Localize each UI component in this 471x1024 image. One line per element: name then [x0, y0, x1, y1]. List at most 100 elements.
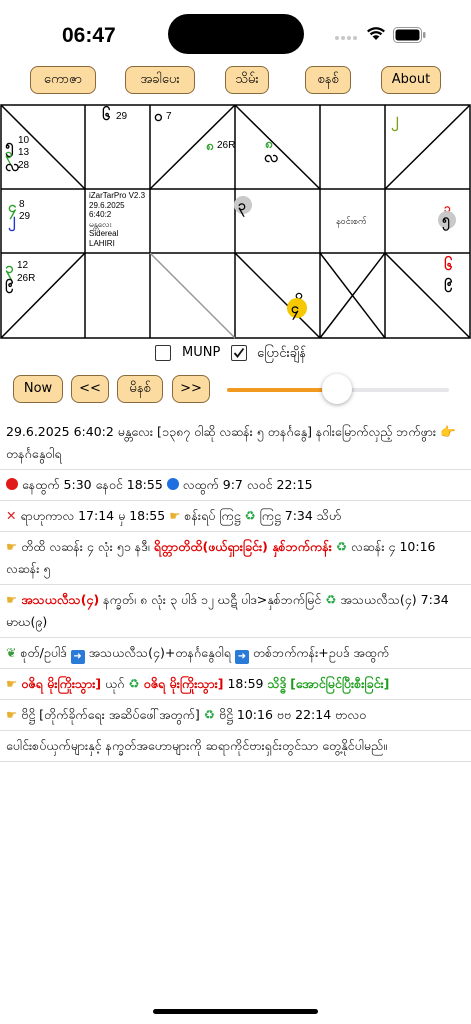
list-item: ❦ စုတ်/ဥပါဒ် ➜ အသယလီသ(၄)+တနင်္ဂနွေဝါရ ➜ …	[0, 638, 471, 669]
chart-zodiac-text: Sidereal	[89, 229, 119, 238]
checkmark-icon	[233, 347, 245, 358]
nakshatra-text: နက္ခတ်၊ ၈ လုံး ၃ ပါဒ် ၁၂ ဃဋီ ပါဒ>နှစ်ဘက်…	[103, 592, 322, 607]
right-arrow-icon: ➜	[234, 650, 249, 664]
planet-label: ၃	[238, 197, 246, 213]
yoga-result-text: တစ်ဘက်ကန်း+ဥပဒ် အထွက်	[252, 645, 390, 660]
chart-time-text: 6:40:2	[89, 210, 112, 219]
list-item: 29.6.2025 6:40:2 မန္တလေး [၁၃၈၇ ဝါဆို လဆန…	[0, 417, 471, 470]
next-yoga-text: သိဒ္ဓိ	[267, 676, 287, 691]
pointing-hand-icon: ☛	[6, 592, 18, 607]
degree-label: 13	[18, 147, 30, 158]
recycle-icon: ♻	[325, 592, 337, 607]
degree-label: 29	[116, 111, 128, 122]
planet-label: ၂	[391, 111, 399, 128]
system-button[interactable]: စနစ်	[305, 66, 351, 94]
home-indicator[interactable]	[153, 1009, 318, 1014]
nakshatra-name-text: အသယလီသ(၄)	[21, 592, 100, 607]
planet-label: ၀	[154, 108, 163, 125]
transit-label: ပြောင်းချိန်	[257, 346, 306, 361]
right-arrow-icon: ➜	[70, 650, 85, 664]
pointing-hand-icon: ☛	[6, 539, 18, 554]
degree-label: 12	[17, 260, 29, 271]
now-button[interactable]: Now	[13, 375, 63, 403]
yoga-name-text: ဝဇိရ မိုးကြိုးသွား]	[21, 676, 102, 691]
cellular-signal-icon	[335, 36, 359, 40]
akhapay-button[interactable]: အခါပေး	[125, 66, 195, 94]
save-button[interactable]: သိမ်း	[225, 66, 269, 94]
yoga-label-text: ယုဂ်	[105, 676, 125, 691]
planet-label: ၄	[291, 300, 299, 316]
planet-label: ၉	[5, 273, 14, 290]
pro-version-note: ပေါင်းစပ်ယှက်များနှင့် နက္ခတ်အဟောများကို…	[6, 738, 387, 753]
planet-label: ၉	[444, 272, 453, 289]
moon-house-label: နဝင်းစက်	[336, 216, 367, 226]
yoga-name-text: ဝဇိရ မိုးကြိုးသွား]	[143, 676, 224, 691]
list-item: ပေါင်းစပ်ယှက်များနှင့် နက္ခတ်အဟောများကို…	[0, 731, 471, 762]
planet-label: လ	[264, 149, 279, 166]
pointing-hand-icon: ☛	[6, 676, 18, 691]
options-row: MUNP ပြောင်းချိန်	[155, 343, 355, 365]
yoga-combo-text: အသယလီသ(၄)+တနင်္ဂနွေဝါရ	[88, 645, 231, 660]
previous-button[interactable]: <<	[71, 375, 109, 403]
karana-text: ဗိဋ္ဌိ [တိုက်ခိုက်ရေး အဆိပ်ဖေါ်အတွက်]	[21, 707, 200, 722]
munp-checkbox[interactable]	[155, 345, 171, 361]
recycle-icon: ♻	[203, 707, 215, 722]
dynamic-island	[168, 14, 304, 54]
almanac-list: 29.6.2025 6:40:2 မန္တလေး [၁၃၈၇ ဝါဆို လဆန…	[0, 417, 471, 762]
top-toolbar: ကောဇာ အခါပေး သိမ်း စနစ် About	[0, 66, 471, 96]
time-slider-filled[interactable]	[227, 388, 337, 392]
time-slider-track[interactable]	[337, 388, 449, 392]
degree-label: 8	[19, 199, 25, 210]
about-button[interactable]: About	[381, 66, 441, 94]
wifi-icon	[367, 27, 385, 40]
degree-label: 10	[18, 135, 30, 146]
tithi-text: တိထိ လဆန်း ၄ လုံး ၅၁ နဒီ၊	[21, 539, 154, 554]
recycle-icon: ♻	[335, 539, 348, 554]
planet-label: ၅	[442, 211, 450, 227]
date-summary-text: 29.6.2025 6:40:2 မန္တလေး [၁၃၈၇ ဝါဆို လဆန…	[6, 424, 456, 461]
next-button[interactable]: >>	[172, 375, 210, 403]
planet-label: လ	[5, 158, 20, 175]
degree-label: 26R	[17, 273, 36, 284]
list-item: နေထွက် 5:30 နေဝင် 18:55 လထွက် 9:7 လဝင် 2…	[0, 470, 471, 501]
list-item: ☛ ဝဇိရ မိုးကြိုးသွား] ယုဂ် ♻ ဝဇိရ မိုးကြ…	[0, 669, 471, 700]
list-item: ☛ အသယလီသ(၄) နက္ခတ်၊ ၈ လုံး ၃ ပါဒ် ၁၂ ဃဋီ…	[0, 585, 471, 638]
planet-label: ၂	[8, 211, 16, 228]
degree-label: 29	[19, 211, 31, 222]
sunrise-sunset-text: နေထွက် 5:30 နေဝင် 18:55	[21, 477, 163, 492]
munp-label: MUNP	[182, 345, 221, 360]
chart-ayanamsa-text: LAHIRI	[89, 238, 115, 248]
chart-location-text: မန္တလေး	[89, 219, 112, 229]
list-item: ✕ ရာဟုကာလ 17:14 မှ 18:55 ☛ စန်းရပ် ကြဋ္ဌ…	[0, 501, 471, 532]
kawza-button[interactable]: ကောဇာ	[30, 66, 96, 94]
pointing-hand-icon: ☛	[169, 508, 181, 523]
recycle-icon: ♻	[128, 676, 140, 691]
list-item: ☛ ဗိဋ္ဌိ [တိုက်ခိုက်ရေး အဆိပ်ဖေါ်အတွက်] …	[0, 700, 471, 731]
time-slider-thumb[interactable]	[322, 374, 352, 404]
karana-transit-text: ဗိဋ္ဌိ 10:16 ဗဗ 22:14 ဗာလဝ	[218, 707, 367, 722]
transit-checkbox[interactable]	[231, 345, 247, 361]
horoscope-chart: ၅ ၃ လ 10 13 28 ၆ 29 ၀ 7 ၈ 26R ၄ ၂ 8 29 i…	[0, 104, 471, 340]
list-item: ☛ တိထိ လဆန်း ၄ လုံး ၅၁ နဒီ၊ ရိတ္တာတိထိ(ဖ…	[0, 532, 471, 585]
cross-mark-icon: ✕	[6, 508, 17, 523]
minute-step-button[interactable]: မိနစ်	[117, 375, 163, 403]
rahu-kala-text: ရာဟုကာလ 17:14 မှ 18:55	[20, 508, 166, 523]
herb-icon: ❦	[6, 645, 17, 660]
red-circle-icon	[6, 478, 18, 490]
clock: 06:47	[62, 24, 116, 47]
degree-label: 7	[166, 111, 172, 122]
yoga-time-text: 18:59	[227, 676, 264, 691]
chart-grid	[0, 104, 471, 339]
recycle-icon: ♻	[244, 508, 256, 523]
blue-circle-icon	[166, 478, 179, 490]
chart-date-text: 29.6.2025	[89, 200, 125, 210]
chart-info-box: iZarTarPro V2.3 29.6.2025 6:40:2 မန္တလေး…	[89, 191, 145, 248]
planet-label: ၆	[102, 107, 111, 124]
moon-sign-text: စန်းရပ် ကြဋ္ဌ	[184, 508, 241, 523]
moon-transit-text: ကြဋ္ဌ 7:34 သိဟ်	[259, 508, 342, 523]
planet-label: ၈	[206, 138, 214, 153]
degree-label: 28	[18, 160, 30, 171]
degree-label: 26R	[217, 140, 236, 151]
battery-icon	[393, 27, 426, 43]
status-bar: 06:47	[0, 0, 471, 62]
